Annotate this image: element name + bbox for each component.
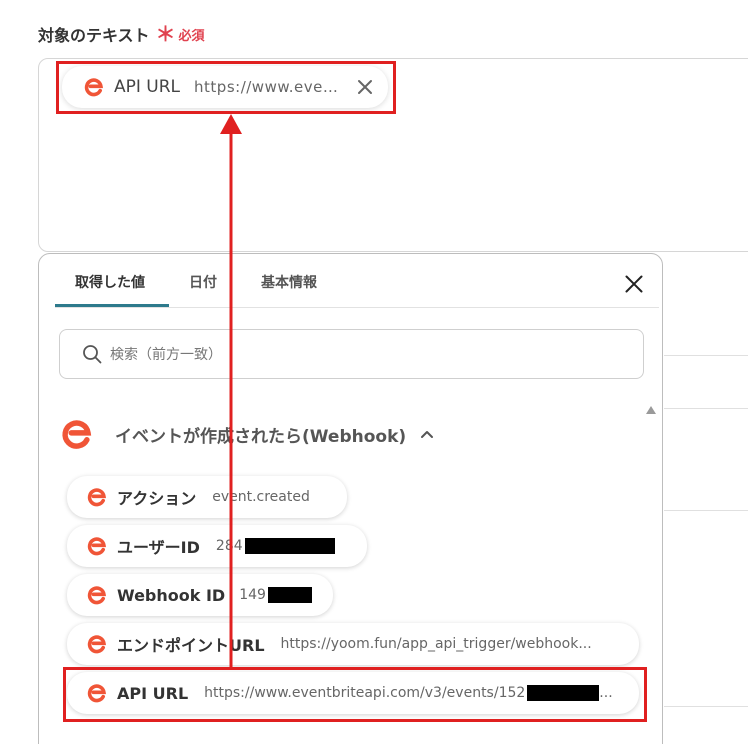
item-value: 284 (216, 538, 335, 554)
item-value-text: 284 (215, 538, 243, 554)
scroll-up-icon[interactable] (646, 406, 656, 414)
variable-picker-panel: 取得した値 日付 基本情報 検索（前方一致） イベントが作成されたら(Webho… (38, 253, 663, 744)
item-value: event.created (212, 489, 310, 505)
eventbrite-e-icon (87, 635, 106, 654)
eventbrite-e-icon (87, 586, 106, 605)
close-icon[interactable] (356, 78, 374, 96)
tab-retrieved-values[interactable]: 取得した値 (75, 272, 145, 292)
tab-bar: 取得した値 日付 基本情報 (55, 254, 659, 308)
tab-basic-info[interactable]: 基本情報 (261, 272, 317, 292)
redaction-bar (267, 587, 312, 603)
field-label-text: 対象のテキスト (38, 26, 150, 45)
selected-variable-tag[interactable]: API URL https://www.even... (62, 66, 388, 108)
item-value: https://www.eventbriteapi.com/v3/events/… (204, 685, 613, 701)
list-item[interactable]: アクション event.created (67, 476, 347, 518)
tab-date[interactable]: 日付 (189, 272, 217, 292)
tag-label: API URL (114, 77, 181, 97)
search-icon (83, 345, 102, 364)
close-icon[interactable] (625, 275, 643, 293)
eventbrite-e-icon (87, 488, 106, 507)
eventbrite-e-icon (87, 537, 106, 556)
field-label: 対象のテキスト ＊ 必須 (38, 22, 205, 46)
item-value: 149 (239, 587, 312, 603)
item-value-text: 149 (239, 587, 266, 603)
redaction-bar (244, 538, 335, 554)
section-header[interactable]: イベントが作成されたら(Webhook) (61, 418, 434, 450)
list-item[interactable]: ユーザーID 284 (67, 525, 367, 567)
item-label: ユーザーID (117, 538, 200, 557)
eventbrite-e-icon (62, 420, 92, 449)
eventbrite-e-icon (87, 684, 106, 703)
item-label: アクション (117, 489, 197, 508)
item-value-text: https://www.eventbriteapi.com/v3/events/… (204, 685, 526, 701)
item-value: https://yoom.fun/app_api_trigger/webhook… (280, 636, 592, 652)
chevron-up-icon[interactable] (420, 429, 434, 439)
active-tab-indicator (55, 304, 169, 307)
list-item[interactable]: Webhook ID 149 (67, 574, 333, 616)
required-mark: ＊ (155, 22, 176, 46)
item-label: Webhook ID (117, 585, 226, 605)
tag-value: https://www.even... (194, 78, 345, 96)
redaction-bar (527, 685, 600, 701)
list-item[interactable]: API URL https://www.eventbriteapi.com/v3… (67, 672, 639, 714)
item-label: エンドポイントURL (117, 636, 265, 655)
required-text: 必須 (178, 28, 205, 44)
item-label: API URL (117, 683, 189, 703)
section-title: イベントが作成されたら(Webhook) (115, 426, 407, 447)
list-item[interactable]: エンドポイントURL https://yoom.fun/app_api_trig… (67, 623, 639, 665)
search-input[interactable]: 検索（前方一致） (59, 329, 644, 379)
item-value-suffix: ... (599, 685, 613, 701)
search-placeholder: 検索（前方一致） (110, 347, 222, 363)
eventbrite-e-icon (84, 78, 103, 97)
